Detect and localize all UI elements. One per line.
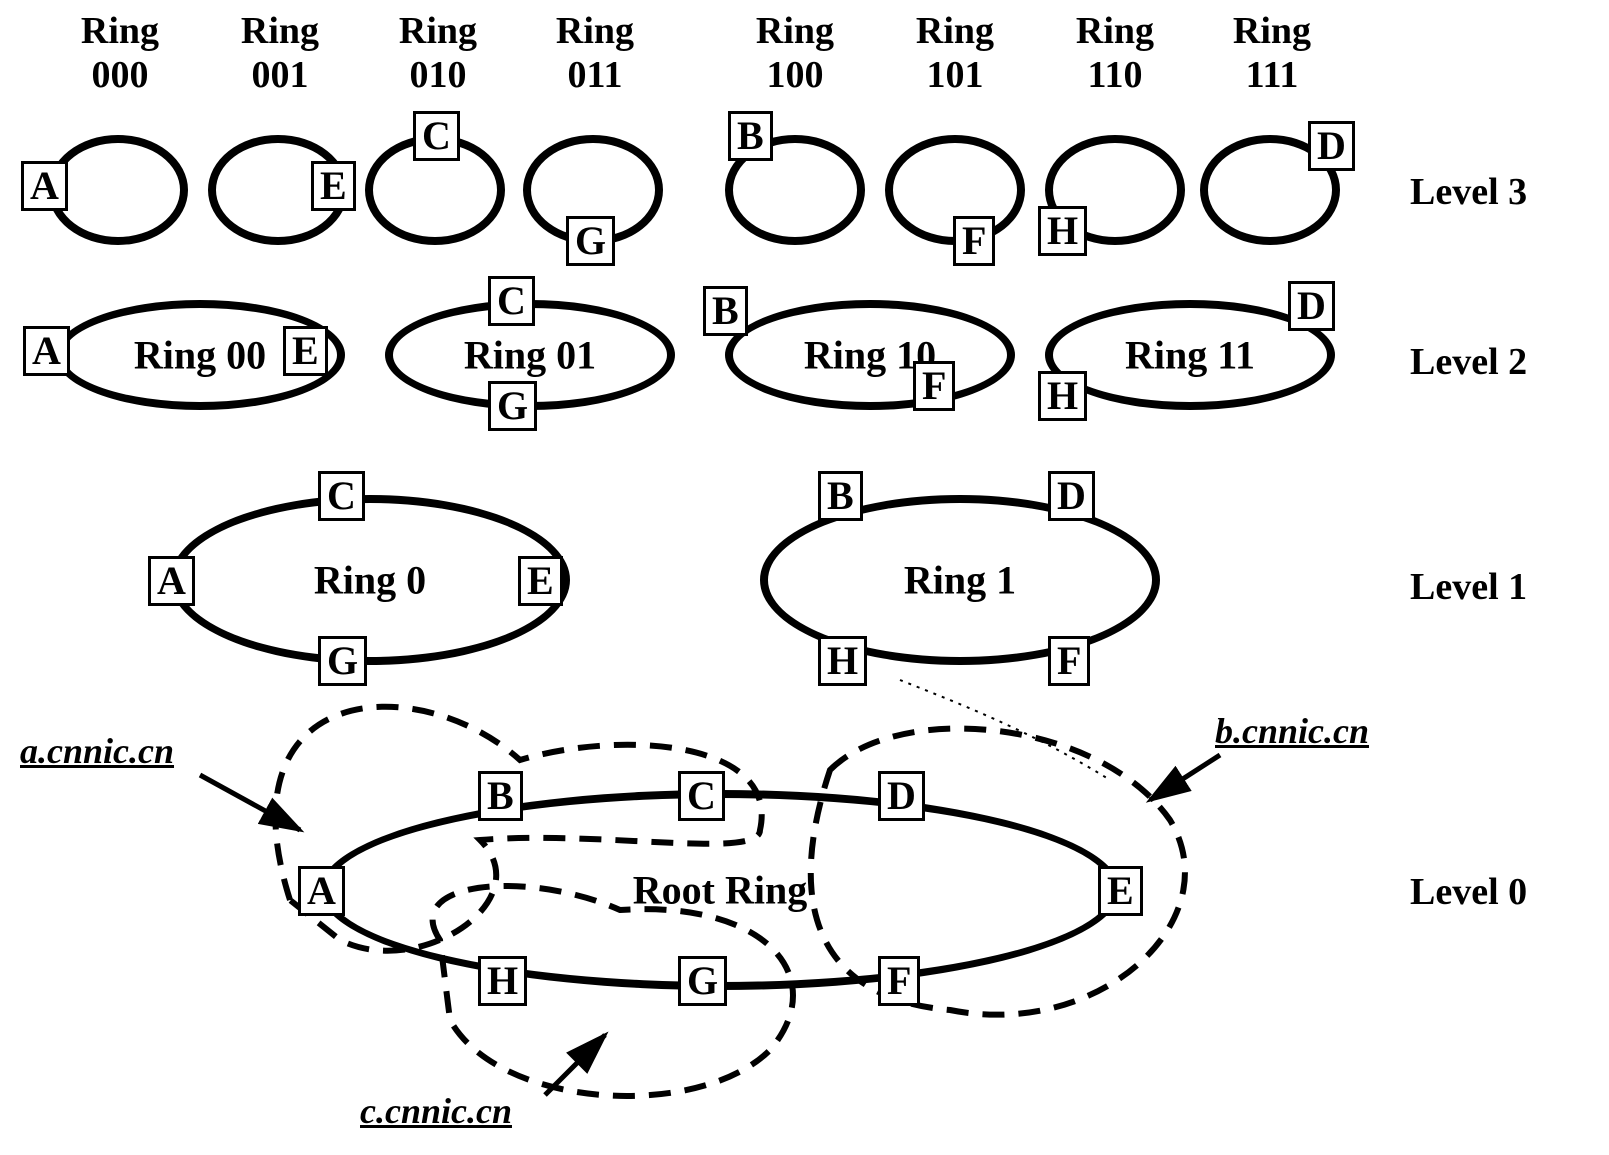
ring-l3-5-node-F: F	[953, 216, 995, 266]
ring-l3-0-ellipse	[48, 135, 188, 245]
ring-header-111: Ring111	[1207, 10, 1337, 97]
ring-l1-0-node-C: C	[318, 471, 365, 521]
ring-header-line2: 111	[1246, 54, 1299, 96]
ring-l2-0-node-A: A	[23, 326, 70, 376]
ring-header-line1: Ring	[916, 10, 994, 52]
ring-header-010: Ring010	[373, 10, 503, 97]
ring-header-line1: Ring	[756, 10, 834, 52]
domain-label-1: b.cnnic.cn	[1215, 710, 1369, 752]
ring-header-001: Ring001	[215, 10, 345, 97]
ring-l3-7-node-D: D	[1308, 121, 1355, 171]
ring-header-line2: 010	[410, 54, 467, 96]
root-ring-node-G: G	[678, 956, 727, 1006]
ring-l1-0-node-A: A	[148, 556, 195, 606]
ring-header-line2: 110	[1088, 54, 1143, 96]
root-ring-node-D: D	[878, 771, 925, 821]
ring-l3-3-node-G: G	[566, 216, 615, 266]
ring-header-100: Ring100	[730, 10, 860, 97]
ring-l2-1-node-G: G	[488, 381, 537, 431]
ring-l2-3-node-D: D	[1288, 281, 1335, 331]
ring-header-101: Ring101	[890, 10, 1020, 97]
ring-header-line1: Ring	[1233, 10, 1311, 52]
ring-l3-0-node-A: A	[21, 161, 68, 211]
root-ring-node-H: H	[478, 956, 527, 1006]
ring-l1-0-node-G: G	[318, 636, 367, 686]
level-label-2: Level 1	[1410, 565, 1527, 609]
ring-header-line1: Ring	[556, 10, 634, 52]
ring-header-110: Ring110	[1050, 10, 1180, 97]
ring-l2-1-node-C: C	[488, 276, 535, 326]
ring-header-line1: Ring	[241, 10, 319, 52]
ring-header-line2: 101	[927, 54, 984, 96]
ring-l1-0-node-E: E	[518, 556, 563, 606]
ring-l2-3-label: Ring 11	[1125, 332, 1255, 379]
ring-l2-0-label: Ring 00	[134, 332, 266, 379]
ring-header-line2: 011	[568, 54, 623, 96]
ring-header-line2: 000	[92, 54, 149, 96]
root-ring-node-B: B	[478, 771, 523, 821]
ring-l3-4-node-B: B	[728, 111, 773, 161]
ring-header-line2: 100	[767, 54, 824, 96]
ring-header-line2: 001	[252, 54, 309, 96]
ring-l1-1-node-H: H	[818, 636, 867, 686]
ring-l1-1-label: Ring 1	[904, 557, 1016, 604]
root-ring-node-A: A	[298, 866, 345, 916]
ring-header-000: Ring000	[55, 10, 185, 97]
ring-l1-1-node-F: F	[1048, 636, 1090, 686]
ring-l1-1-node-D: D	[1048, 471, 1095, 521]
root-ring-node-F: F	[878, 956, 920, 1006]
ring-l1-0-label: Ring 0	[314, 557, 426, 604]
domain-label-0: a.cnnic.cn	[20, 730, 174, 772]
ring-l3-6-node-H: H	[1038, 206, 1087, 256]
level-label-1: Level 2	[1410, 340, 1527, 384]
ring-l2-0-node-E: E	[283, 326, 328, 376]
ring-l2-2-node-F: F	[913, 361, 955, 411]
ring-l3-2-node-C: C	[413, 111, 460, 161]
ring-l3-1-node-E: E	[311, 161, 356, 211]
ring-header-line1: Ring	[399, 10, 477, 52]
ring-l1-1-node-B: B	[818, 471, 863, 521]
root-ring-node-C: C	[678, 771, 725, 821]
diagram-canvas: Ring000Ring001Ring010Ring011Ring100Ring1…	[0, 0, 1609, 1155]
ring-l2-3-node-H: H	[1038, 371, 1087, 421]
ring-header-011: Ring011	[530, 10, 660, 97]
root-ring-node-E: E	[1098, 866, 1143, 916]
level-label-3: Level 0	[1410, 870, 1527, 914]
ring-l2-2-node-B: B	[703, 286, 748, 336]
ring-l2-1-label: Ring 01	[464, 332, 596, 379]
level-label-0: Level 3	[1410, 170, 1527, 214]
ring-header-line1: Ring	[81, 10, 159, 52]
domain-label-2: c.cnnic.cn	[360, 1090, 512, 1132]
ring-header-line1: Ring	[1076, 10, 1154, 52]
root-ring-label: Root Ring	[633, 867, 807, 914]
